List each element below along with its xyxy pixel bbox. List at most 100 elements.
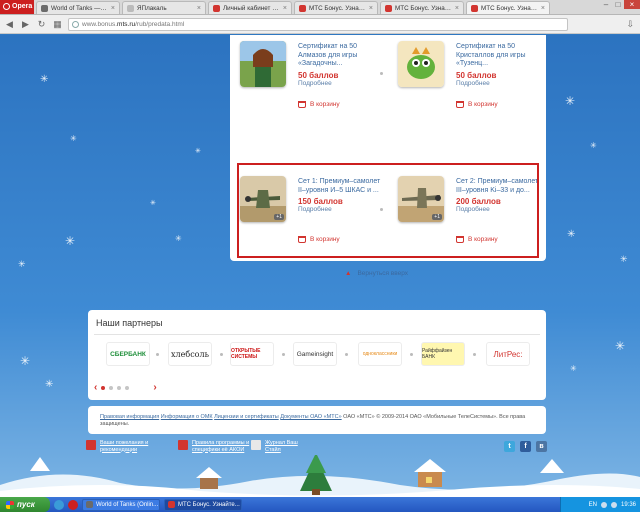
opera-menu-button[interactable]: Opera <box>0 0 34 14</box>
magazine-icon <box>251 440 261 450</box>
product-title[interactable]: Сертификат на 50 Алмазов для игры «Загад… <box>298 43 384 69</box>
tab-favicon-icon <box>385 4 392 12</box>
footer-link[interactable]: Правовая информация <box>100 414 159 420</box>
minimize-icon[interactable]: – <box>600 0 612 9</box>
quicklaunch-ie-icon[interactable] <box>54 499 64 510</box>
add-to-cart-button[interactable]: В корзину <box>456 101 498 108</box>
url-field[interactable]: www.bonus.mts.ru/rub/predata.html <box>68 17 568 31</box>
tab-close-icon[interactable]: × <box>197 5 201 12</box>
cart-icon <box>298 101 306 108</box>
partners-section: Наши партнеры СБЕРБАНК хлебсоль ОТКРЫТЫЕ… <box>88 310 546 400</box>
tab-favicon-icon <box>127 4 134 12</box>
partner-logo-odnoklassniki[interactable]: одноклассники <box>358 342 402 366</box>
rules-link[interactable]: Правила программы и специфики её АКОИ <box>178 440 258 453</box>
snowflake-icon: ✳ <box>620 254 628 264</box>
taskbar-task[interactable]: World of Tanks (Onlin... <box>82 498 160 511</box>
browser-tab-bar: Opera World of Tanks — бес × ЯПлакаль × … <box>0 0 640 15</box>
opera-logo-icon <box>3 3 10 10</box>
partner-logo-hlebsol[interactable]: хлебсоль <box>168 342 212 366</box>
feedback-link[interactable]: Ваши пожелания и рекомендации <box>86 440 156 453</box>
start-button[interactable]: пуск <box>0 497 50 512</box>
snowflake-icon: ✳ <box>45 379 54 390</box>
snowflake-icon: ✳ <box>65 234 76 248</box>
tab-close-icon[interactable]: × <box>369 5 373 12</box>
footer-link[interactable]: Лицензии и сертификаты <box>214 414 279 420</box>
twitter-icon[interactable]: t <box>504 441 515 452</box>
opera-menu-label: Opera <box>12 3 33 10</box>
tab-close-icon[interactable]: × <box>283 5 287 12</box>
language-indicator[interactable]: EN <box>589 502 597 508</box>
product-details-link[interactable]: Подробнее <box>456 80 542 87</box>
back-to-top-label: Вернуться вверх <box>357 270 409 277</box>
pager-dot[interactable] <box>109 385 114 390</box>
download-icon[interactable]: ⇩ <box>626 19 634 30</box>
tab-favicon-icon <box>213 4 220 12</box>
speed-dial-icon[interactable]: ▦ <box>52 19 63 30</box>
browser-tab[interactable]: МТС Бонус. Узнайте, × <box>380 1 464 14</box>
separator-dot <box>282 353 285 356</box>
partner-label: хлебсоль <box>171 349 209 359</box>
partner-label: ЛитРес: <box>493 349 523 359</box>
browser-tab[interactable]: МТС Бонус. Узнайте, × <box>294 1 378 14</box>
facebook-icon[interactable]: f <box>520 441 531 452</box>
taskbar-task-active[interactable]: МТС Бонус. Узнайте... <box>164 498 242 511</box>
tab-label: МТС Бонус. Узнайте, к <box>481 4 538 12</box>
tray-network-icon[interactable] <box>600 501 607 508</box>
product-image[interactable] <box>398 41 444 87</box>
close-window-icon[interactable]: × <box>624 0 640 9</box>
tab-close-icon[interactable]: × <box>111 5 115 12</box>
snowflake-icon: ✳ <box>590 141 597 150</box>
pager-dot-active[interactable] <box>101 385 106 390</box>
snowflake-icon: ✳ <box>195 148 201 155</box>
tab-close-icon[interactable]: × <box>455 5 459 12</box>
back-arrow-icon[interactable]: ◀ <box>4 19 15 30</box>
partner-label: Gameinsight <box>296 350 334 358</box>
footer-link[interactable]: Информация о ОМК <box>161 414 213 420</box>
reload-icon[interactable]: ↻ <box>36 19 47 30</box>
back-to-top-link[interactable]: ▲ Вернуться вверх <box>345 270 408 277</box>
up-arrow-icon: ▲ <box>345 270 352 277</box>
tab-close-icon[interactable]: × <box>541 5 545 12</box>
product-details-link[interactable]: Подробнее <box>298 80 384 87</box>
partner-logo-sberbank[interactable]: СБЕРБАНК <box>106 342 150 366</box>
browser-tab[interactable]: ЯПлакаль × <box>122 1 206 14</box>
clock: 19:36 <box>620 501 636 508</box>
browser-tab[interactable]: World of Tanks — бес × <box>36 1 120 14</box>
forward-arrow-icon[interactable]: ▶ <box>20 19 31 30</box>
product-image[interactable] <box>240 41 286 87</box>
snowflake-icon: ✳ <box>20 354 31 368</box>
separator-dot <box>156 353 159 356</box>
vk-icon[interactable]: в <box>536 441 547 452</box>
footer-link[interactable]: Документы ОАО «МТС» <box>280 414 341 420</box>
partner-logo-otkrytye-sistemy[interactable]: ОТКРЫТЫЕ СИСТЕМЫ <box>230 342 274 366</box>
task-app-icon <box>168 501 175 508</box>
browser-tab-active[interactable]: МТС Бонус. Узнайте, к × <box>466 1 550 14</box>
window-controls: – □ × <box>600 0 640 14</box>
tray-volume-icon[interactable] <box>610 501 617 508</box>
partner-logo-raiffeisen[interactable]: Райффайзен БАНК <box>421 342 465 366</box>
product-title[interactable]: Сертификат на 50 Кристаллов для игры «Ту… <box>456 43 542 69</box>
prev-arrow-icon[interactable]: ‹ <box>94 382 97 393</box>
add-to-cart-label: В корзину <box>468 101 498 108</box>
magazine-link[interactable]: Журнал Ваш Стайл <box>251 440 311 453</box>
tab-label: World of Tanks — бес <box>51 4 108 12</box>
url-text: www.bonus.mts.ru/rub/predata.html <box>82 20 185 28</box>
tab-favicon-icon <box>471 4 478 12</box>
globe-icon <box>72 20 79 28</box>
pager-dot[interactable] <box>117 385 122 390</box>
add-to-cart-button[interactable]: В корзину <box>298 101 340 108</box>
task-label: МТС Бонус. Узнайте... <box>178 501 240 508</box>
pager-dot[interactable] <box>125 385 130 390</box>
partner-logo-gameinsight[interactable]: Gameinsight <box>293 342 337 366</box>
add-to-cart-label: В корзину <box>310 101 340 108</box>
feedback-link-label: Ваши пожелания и рекомендации <box>100 440 149 453</box>
task-app-icon <box>86 501 93 508</box>
partner-logo-litres[interactable]: ЛитРес: <box>486 342 530 366</box>
quicklaunch-opera-icon[interactable] <box>68 499 78 510</box>
divider <box>94 334 540 335</box>
separator-dot <box>473 353 476 356</box>
maximize-icon[interactable]: □ <box>612 0 624 9</box>
next-arrow-icon[interactable]: › <box>153 382 156 393</box>
product-card: Сертификат на 50 Кристаллов для игры «Ту… <box>398 37 538 117</box>
browser-tab[interactable]: Личный кабинет МТС × <box>208 1 292 14</box>
